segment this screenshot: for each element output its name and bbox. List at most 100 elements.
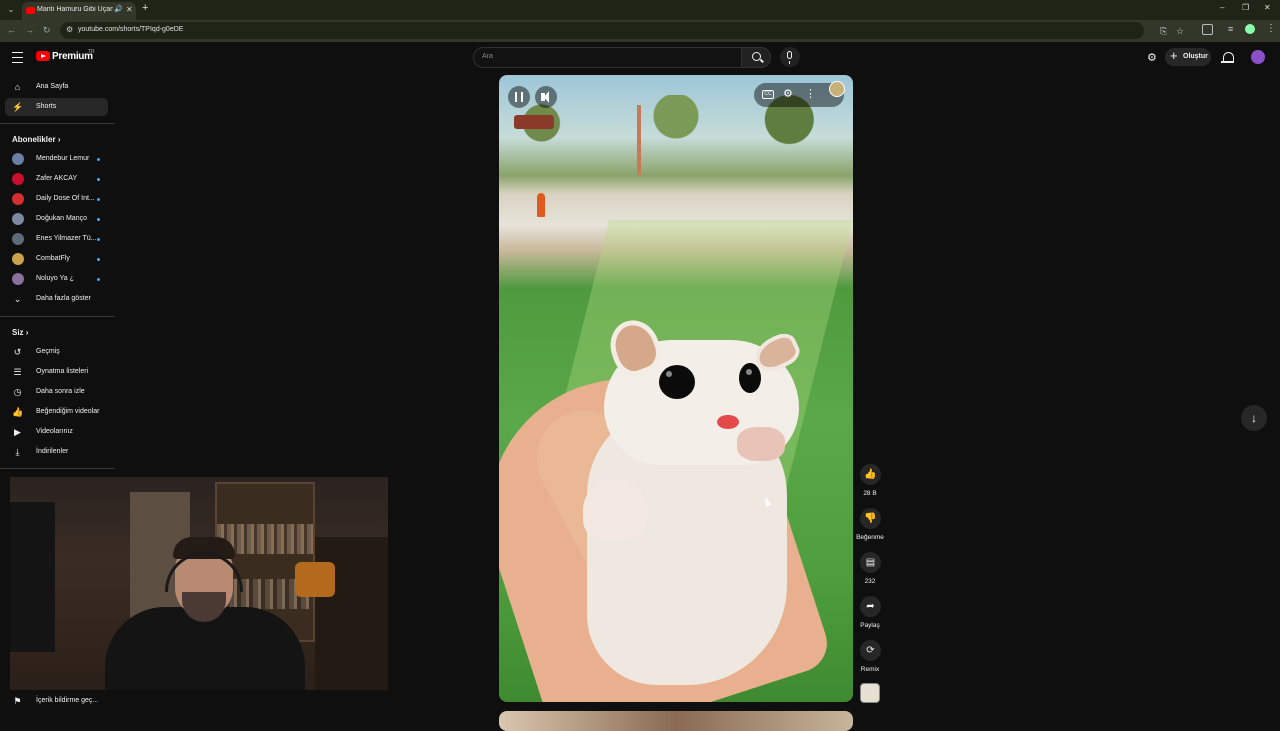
forward-icon[interactable]: → [25, 25, 34, 35]
sidebar-item-downloads[interactable]: ⤓ İndirilenler [5, 443, 108, 461]
video-eye-right [739, 363, 761, 393]
search-button[interactable] [741, 47, 771, 68]
profile-icon[interactable] [1245, 24, 1255, 34]
tab-search-icon[interactable]: ⌄ [4, 3, 18, 17]
captions-icon[interactable]: CC [762, 90, 774, 99]
clock-icon: ◷ [13, 387, 22, 397]
next-short-arrow-icon[interactable]: ↓ [1241, 405, 1267, 431]
volume-button[interactable] [535, 86, 557, 108]
media-icon[interactable]: ≡ [1228, 24, 1233, 34]
logo-text[interactable]: Premium [52, 51, 93, 62]
chevron-right-icon: › [57, 135, 61, 144]
shorts-icon: ⚡ [12, 102, 24, 112]
you-heading[interactable]: Siz › [12, 328, 28, 337]
mic-icon [787, 51, 792, 64]
audio-icon[interactable]: 🔊 [114, 5, 123, 13]
subscriptions-heading[interactable]: Abonelikler › [12, 135, 60, 144]
voice-search-button[interactable] [780, 47, 800, 67]
sidebar-sub-item[interactable]: Mendebur Lemur [5, 150, 108, 168]
volume-icon [541, 91, 549, 103]
settings-icon[interactable]: ⚙ [1147, 51, 1157, 64]
create-button[interactable]: + Oluştur [1165, 48, 1211, 66]
video-paw-left [583, 480, 647, 540]
more-options-icon[interactable]: ⋮ [805, 87, 816, 100]
sidebar-sub-item[interactable]: Daily Dose Of Int... [5, 190, 108, 208]
video-eye-left [659, 365, 695, 399]
shorts-video-player[interactable]: CC ⚙ ⋮ [499, 75, 853, 702]
divider [0, 468, 114, 469]
next-short-preview[interactable] [499, 711, 853, 731]
restore-icon[interactable]: ❐ [1242, 3, 1249, 12]
thumbs-down-icon: 👎 [864, 513, 877, 524]
sidebar-item-history[interactable]: ↺ Geçmiş [5, 343, 108, 361]
remix-icon: ⟳ [866, 645, 875, 656]
share-label: Paylaş [860, 622, 880, 629]
sidebar-sub-item[interactable]: Doğukan Manço [5, 210, 108, 228]
sidebar-item-your-videos[interactable]: ▶ Videolarınız [5, 423, 108, 441]
sound-avatar[interactable] [860, 683, 880, 703]
download-icon: ⤓ [15, 447, 20, 457]
account-avatar[interactable] [1251, 50, 1265, 64]
channel-avatar [12, 273, 24, 285]
sidebar-item-playlists[interactable]: ☰ Oynatma listeleri [5, 363, 108, 381]
sidebar-item-label: Videolarınız [36, 428, 73, 435]
channel-avatar [12, 213, 24, 225]
channel-name: Noluyo Ya ¿ [36, 275, 74, 282]
player-top-controls: CC ⚙ ⋮ [754, 81, 845, 107]
url-text[interactable]: youtube.com/shorts/TPIqd-g0eDE [78, 26, 183, 33]
menu-icon[interactable]: ⋮ [1266, 23, 1276, 34]
sidebar-item-watch-later[interactable]: ◷ Daha sonra izle [5, 383, 108, 401]
channel-name: Mendebur Lemur [36, 155, 90, 162]
install-icon[interactable]: ⎘ [1160, 26, 1167, 37]
sidebar-sub-item[interactable]: CombatFly [5, 250, 108, 268]
comments-button[interactable]: ▤ [860, 552, 881, 573]
sidebar-item-liked-videos[interactable]: 👍 Beğendiğim videolar [5, 403, 108, 421]
dislike-button[interactable]: 👎 [860, 508, 881, 529]
reload-icon[interactable]: ↻ [43, 25, 51, 36]
dislike-label: Beğenme [856, 534, 884, 541]
hamburger-icon[interactable] [12, 52, 23, 63]
share-button[interactable]: ➦ [860, 596, 881, 617]
notifications-bell-icon[interactable] [1221, 52, 1234, 63]
thumbs-up-icon: 👍 [864, 469, 877, 480]
window-close-icon[interactable]: ✕ [1264, 3, 1271, 12]
bookmark-star-icon[interactable]: ☆ [1176, 26, 1184, 37]
new-content-dot [97, 158, 100, 161]
new-tab-icon[interactable]: + [142, 2, 148, 14]
like-count: 28 B [863, 490, 877, 497]
plus-icon: + [1170, 48, 1178, 63]
omnibox[interactable]: ⚙ youtube.com/shorts/TPIqd-g0eDE ⎘ ☆ [60, 22, 1184, 39]
webcam-overlay [10, 477, 388, 690]
channel-name: Doğukan Manço [36, 215, 87, 222]
remix-button[interactable]: ⟳ [860, 640, 881, 661]
youtube-logo-icon[interactable] [36, 51, 50, 61]
settings-icon[interactable]: ⚙ [783, 87, 793, 100]
minimize-icon[interactable]: – [1220, 3, 1224, 12]
close-icon[interactable]: ✕ [126, 5, 133, 14]
video-roof [514, 115, 554, 129]
back-icon[interactable]: ← [7, 25, 16, 35]
extensions-icon[interactable] [1202, 24, 1213, 35]
show-more-button[interactable]: ⌄ Daha fazla göster [5, 290, 108, 308]
browser-tab[interactable]: Mantı Hamuru Gibi Uçan K 🔊 ✕ [22, 2, 136, 20]
sidebar-item-home[interactable]: ⌂ Ana Sayfa [5, 78, 108, 96]
like-button[interactable]: 👍 [860, 464, 881, 485]
new-content-dot [97, 178, 100, 181]
report-content-link[interactable]: ⚑ İçerik bildirme geç... [5, 692, 115, 710]
search-input[interactable]: Ara [473, 47, 742, 68]
channel-avatar [12, 253, 24, 265]
sidebar-item-label: Geçmiş [36, 348, 60, 355]
sidebar-sub-item[interactable]: Zafer AKCAY [5, 170, 108, 188]
sidebar-item-shorts[interactable]: ⚡ Shorts [5, 98, 108, 116]
sidebar-sub-item[interactable]: Enes Yilmazer Tü... [5, 230, 108, 248]
divider [0, 316, 114, 317]
video-paw-right [737, 427, 785, 461]
sidebar-sub-item[interactable]: Noluyo Ya ¿ [5, 270, 108, 288]
channel-avatar[interactable] [829, 81, 845, 97]
pause-button[interactable] [508, 86, 530, 108]
site-info-icon[interactable]: ⚙ [66, 25, 73, 34]
browser-tabstrip: ⌄ Mantı Hamuru Gibi Uçan K 🔊 ✕ + – ❐ ✕ [0, 0, 1280, 20]
comment-count: 232 [864, 578, 876, 585]
webcam-chair [315, 537, 388, 690]
youtube-header: Premium TR Ara ⚙ + Oluştur [0, 42, 1280, 72]
